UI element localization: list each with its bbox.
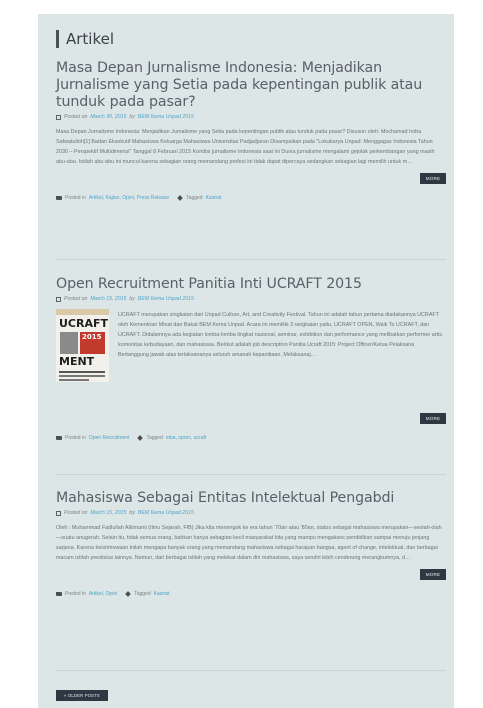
posted-in-label: Posted in (65, 435, 86, 441)
category-links[interactable]: Artikel, Opini (89, 591, 117, 597)
calendar-icon (56, 296, 61, 302)
post-excerpt: Masa Depan Jurnalisme Indonesia: Menjadi… (56, 129, 435, 165)
tagged-label: Tagged (146, 435, 163, 441)
post-footer: Posted in Artikel, Opini Tagged Kastrat (56, 591, 446, 597)
post-meta: Posted on March 15, 2015 by BEM Kema Unp… (56, 296, 446, 302)
post-item: Open Recruitment Panitia Inti UCRAFT 201… (56, 276, 446, 441)
calendar-icon (56, 510, 61, 516)
tag-links[interactable]: Kastrat (154, 591, 170, 597)
posted-in-label: Posted in (65, 591, 86, 597)
calendar-icon (56, 114, 61, 120)
folder-icon (56, 592, 62, 596)
more-row: MORE (56, 413, 446, 425)
posted-on-label: Posted on (64, 510, 88, 516)
tagged-label: Tagged (186, 195, 203, 201)
post-footer: Posted in Open Recruitment Tagged mba, o… (56, 435, 446, 441)
by-label: by (129, 296, 135, 302)
by-label: by (129, 114, 135, 120)
tag-icon (125, 591, 132, 597)
post-date-link[interactable]: March 15, 2015 (90, 296, 126, 302)
post-author-link[interactable]: BEM Kema Unpad 2015 (138, 114, 194, 120)
tagged-label: Tagged (134, 591, 151, 597)
post-meta: Posted on March 15, 2015 by BEM Kema Unp… (56, 510, 446, 516)
tag-links[interactable]: mba, oprec, ucraft (166, 435, 206, 441)
post-title-link[interactable]: Mahasiswa Sebagai Entitas Intelektual Pe… (56, 490, 446, 507)
category-links[interactable]: Open Recruitment (89, 435, 130, 441)
tag-icon (177, 195, 184, 201)
category-links[interactable]: Artikel, Kajian, Opini, Press Release (89, 195, 169, 201)
section-title: Artikel (66, 30, 115, 48)
post-meta: Posted on March 30, 2015 by BEM Kema Unp… (56, 114, 446, 120)
post-author-link[interactable]: BEM Kema Unpad 2015 (138, 510, 194, 516)
post-divider (56, 474, 446, 475)
post-excerpt: Oleh : Muhammad Fadlullah Alkimami (Ilmu… (56, 525, 442, 561)
section-header: Artikel (56, 30, 114, 48)
post-author-link[interactable]: BEM Kema Unpad 2015 (138, 296, 194, 302)
by-label: by (129, 510, 135, 516)
posted-on-label: Posted on (64, 296, 88, 302)
tag-links[interactable]: Kastrat (206, 195, 222, 201)
posted-in-label: Posted in (65, 195, 86, 201)
poster-year: 2015 (82, 333, 102, 341)
older-posts-button[interactable]: « OLDER POSTS (56, 690, 108, 701)
post-date-link[interactable]: March 15, 2015 (90, 510, 126, 516)
section-accent-bar (56, 30, 59, 48)
post-divider (56, 259, 446, 260)
more-button[interactable]: MORE (420, 569, 446, 580)
more-button[interactable]: MORE (420, 413, 446, 424)
post-item: Mahasiswa Sebagai Entitas Intelektual Pe… (56, 490, 446, 597)
folder-icon (56, 196, 62, 200)
more-row: MORE (56, 569, 446, 581)
poster-subtitle: MENT (59, 355, 95, 368)
post-date-link[interactable]: March 30, 2015 (90, 114, 126, 120)
post-divider (56, 670, 446, 671)
post-body: UCRAFT 2015 MENT UCRAFT merupakan singka… (56, 309, 446, 413)
post-excerpt: UCRAFT merupakan singkatan dari Unpad Cu… (118, 312, 444, 358)
post-footer: Posted in Artikel, Kajian, Opini, Press … (56, 195, 446, 201)
post-item: Masa Depan Jurnalisme Indonesia: Menjadi… (56, 60, 446, 201)
content-panel: Artikel Masa Depan Jurnalisme Indonesia:… (38, 14, 454, 708)
post-title-link[interactable]: Open Recruitment Panitia Inti UCRAFT 201… (56, 276, 446, 293)
poster-title: UCRAFT (59, 317, 109, 330)
more-row: MORE (56, 173, 446, 185)
posted-on-label: Posted on (64, 114, 88, 120)
folder-icon (56, 436, 62, 440)
tag-icon (137, 435, 144, 441)
post-title-link[interactable]: Masa Depan Jurnalisme Indonesia: Menjadi… (56, 60, 446, 111)
post-thumbnail[interactable]: UCRAFT 2015 MENT (56, 309, 109, 382)
more-button[interactable]: MORE (420, 173, 446, 184)
